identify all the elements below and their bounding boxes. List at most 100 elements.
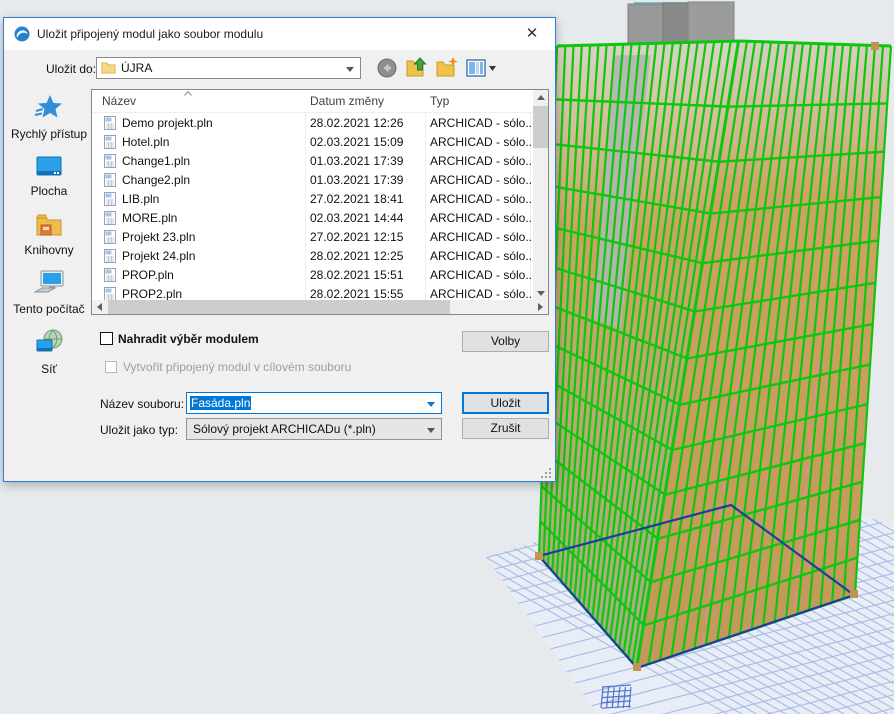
folder-icon (101, 61, 117, 75)
file-row[interactable]: Change2.pln 01.03.2021 17:39 ARCHICAD - … (92, 171, 535, 190)
file-row[interactable]: MORE.pln 02.03.2021 14:44 ARCHICAD - sól… (92, 209, 535, 228)
vertical-scrollbar[interactable] (533, 90, 548, 300)
file-date: 01.03.2021 17:39 (310, 173, 422, 187)
file-row[interactable]: Hotel.pln 02.03.2021 15:09 ARCHICAD - só… (92, 133, 535, 152)
save-button[interactable]: Uložit (462, 392, 549, 414)
sidebar-item-this-pc[interactable]: Tento počítač (11, 269, 87, 316)
pln-file-icon (104, 268, 116, 282)
save-module-dialog: Uložit připojený modul jako soubor modul… (3, 17, 556, 482)
file-type: ARCHICAD - sólo... (430, 249, 532, 263)
file-type: ARCHICAD - sólo... (430, 116, 532, 130)
dialog-titlebar[interactable]: Uložit připojený modul jako soubor modul… (4, 18, 555, 50)
column-header-name[interactable]: Název (102, 94, 136, 108)
chevron-down-icon (427, 428, 435, 433)
pln-file-icon (104, 116, 116, 130)
file-name: Hotel.pln (122, 135, 300, 149)
file-name: Change2.pln (122, 173, 300, 187)
libraries-icon (34, 212, 64, 238)
file-name: Change1.pln (122, 154, 300, 168)
new-folder-icon[interactable] (435, 56, 459, 80)
filetype-select[interactable]: Sólový projekt ARCHICADu (*.pln) (186, 418, 442, 440)
column-header-date[interactable]: Datum změny (310, 94, 384, 108)
create-module-label: Vytvořit připojený modul v cílovém soubo… (123, 360, 351, 374)
scroll-down-icon[interactable] (537, 291, 545, 296)
file-date: 02.03.2021 15:09 (310, 135, 422, 149)
file-row[interactable]: LIB.pln 27.02.2021 18:41 ARCHICAD - sólo… (92, 190, 535, 209)
file-name: Demo projekt.pln (122, 116, 300, 130)
sidebar-item-quick-access[interactable]: Rychlý přístup (11, 94, 87, 141)
sidebar-item-network[interactable]: Síť (11, 329, 87, 376)
file-date: 28.02.2021 15:55 (310, 287, 422, 301)
options-button[interactable]: Volby (462, 331, 549, 352)
pln-file-icon (104, 211, 116, 225)
file-date: 27.02.2021 12:15 (310, 230, 422, 244)
back-icon[interactable] (375, 56, 399, 80)
scroll-up-icon[interactable] (537, 95, 545, 100)
desktop-icon (34, 155, 64, 179)
file-type: ARCHICAD - sólo... (430, 268, 532, 282)
save-to-value: ÚJRA (121, 61, 152, 75)
file-type: ARCHICAD - sólo... (430, 287, 532, 301)
up-one-level-icon[interactable] (405, 56, 429, 80)
cancel-button[interactable]: Zrušit (462, 418, 549, 439)
file-name: Projekt 23.pln (122, 230, 300, 244)
file-name: MORE.pln (122, 211, 300, 225)
file-date: 01.03.2021 17:39 (310, 154, 422, 168)
file-type: ARCHICAD - sólo... (430, 230, 532, 244)
app-canvas: Uložit připojený modul jako soubor modul… (0, 0, 894, 714)
replace-selection-checkbox[interactable] (100, 332, 113, 345)
this-pc-icon (33, 269, 65, 297)
dialog-title: Uložit připojený modul jako soubor modul… (37, 18, 263, 50)
view-menu-icon[interactable] (465, 56, 497, 80)
list-header: Název Datum změny Typ (92, 90, 548, 113)
pln-file-icon (104, 154, 116, 168)
file-type: ARCHICAD - sólo... (430, 135, 532, 149)
file-type: ARCHICAD - sólo... (430, 192, 532, 206)
filename-value: Fasáda.pln (190, 396, 251, 410)
file-date: 28.02.2021 12:25 (310, 249, 422, 263)
column-header-type[interactable]: Typ (430, 94, 449, 108)
quick-access-icon (34, 94, 64, 122)
file-type: ARCHICAD - sólo... (430, 211, 532, 225)
pln-file-icon (104, 135, 116, 149)
archicad-logo-icon (14, 26, 30, 42)
file-date: 28.02.2021 12:26 (310, 116, 422, 130)
pln-file-icon (104, 192, 116, 206)
filetype-value: Sólový projekt ARCHICADu (*.pln) (193, 422, 376, 436)
horizontal-scroll-thumb[interactable] (108, 300, 450, 314)
create-module-checkbox (105, 361, 117, 373)
save-to-label: Uložit do: (46, 62, 96, 76)
pln-file-icon (104, 249, 116, 263)
save-to-combobox[interactable]: ÚJRA (96, 57, 361, 79)
file-type: ARCHICAD - sólo... (430, 154, 532, 168)
sidebar-item-desktop[interactable]: Plocha (11, 155, 87, 198)
sidebar-item-libraries[interactable]: Knihovny (11, 212, 87, 257)
file-row[interactable]: Change1.pln 01.03.2021 17:39 ARCHICAD - … (92, 152, 535, 171)
replace-selection-label: Nahradit výběr modulem (118, 332, 259, 346)
file-row[interactable]: Projekt 24.pln 28.02.2021 12:25 ARCHICAD… (92, 247, 535, 266)
file-name: LIB.pln (122, 192, 300, 206)
chevron-down-icon (427, 402, 435, 407)
close-icon[interactable]: ✕ (517, 22, 547, 46)
file-date: 27.02.2021 18:41 (310, 192, 422, 206)
file-name: PROP.pln (122, 268, 300, 282)
filename-label: Název souboru: (100, 397, 184, 411)
file-row[interactable]: PROP.pln 28.02.2021 15:51 ARCHICAD - sól… (92, 266, 535, 285)
file-name: PROP2.pln (122, 287, 300, 301)
file-row[interactable]: Projekt 23.pln 27.02.2021 12:15 ARCHICAD… (92, 228, 535, 247)
filename-input[interactable]: Fasáda.pln (186, 392, 442, 414)
vertical-scroll-thumb[interactable] (533, 106, 548, 148)
horizontal-scrollbar[interactable] (92, 300, 548, 314)
file-date: 02.03.2021 14:44 (310, 211, 422, 225)
pln-file-icon (104, 173, 116, 187)
network-icon (34, 329, 64, 357)
file-row[interactable]: Demo projekt.pln 28.02.2021 12:26 ARCHIC… (92, 114, 535, 133)
pln-file-icon (104, 230, 116, 244)
file-date: 28.02.2021 15:51 (310, 268, 422, 282)
scroll-left-icon[interactable] (97, 303, 102, 311)
scroll-right-icon[interactable] (538, 303, 543, 311)
sort-asc-icon (184, 91, 192, 96)
chevron-down-icon (346, 67, 354, 72)
file-type: ARCHICAD - sólo... (430, 173, 532, 187)
resize-grip[interactable] (541, 468, 551, 478)
